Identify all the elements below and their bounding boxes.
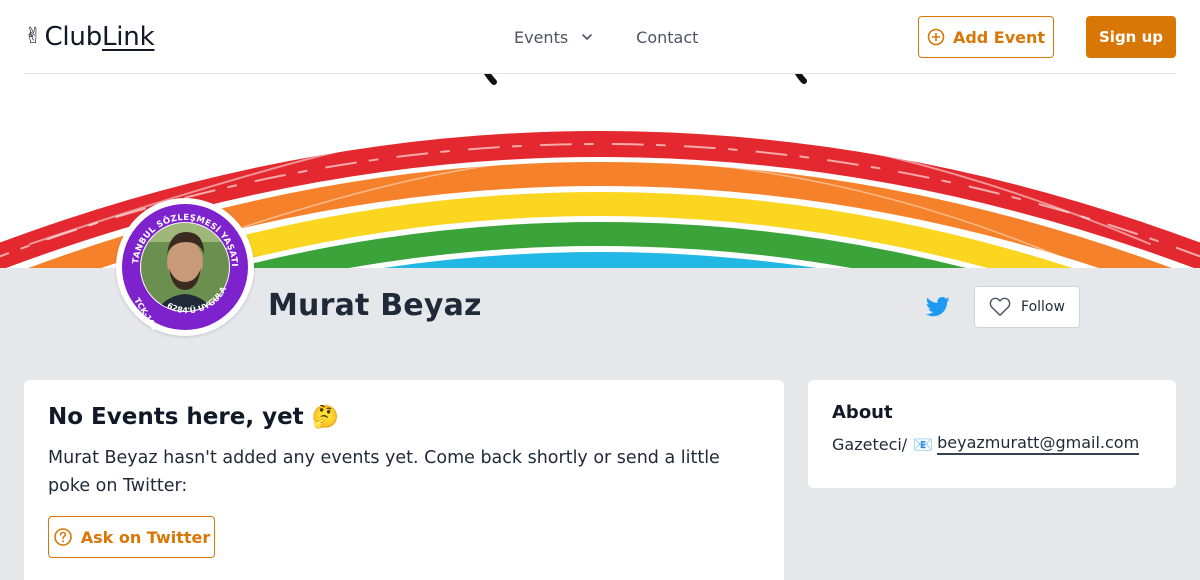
events-card-text: Murat Beyaz hasn't added any events yet.…	[48, 448, 720, 496]
events-card: No Events here, yet 🤔 Murat Beyaz hasn't…	[24, 380, 784, 580]
add-event-button[interactable]: Add Event	[918, 16, 1054, 58]
nav-events-label: Events	[514, 27, 569, 47]
about-card-text: Gazeteci/ 📧 beyazmuratt@gmail.com	[832, 433, 1152, 455]
twitter-bird-icon[interactable]	[926, 296, 950, 318]
nav-events-dropdown[interactable]: Events	[514, 28, 594, 47]
profile-avatar: İSTANBUL SÖZLEŞMESİ YAŞATIR 6284'Ü UYGUL…	[116, 198, 254, 336]
victory-hand-icon: ✌	[24, 24, 43, 49]
follow-button[interactable]: Follow	[974, 286, 1080, 328]
main-nav: Events Contact	[514, 24, 698, 50]
heart-outline-icon	[989, 297, 1011, 316]
plus-circle-icon	[927, 28, 945, 46]
question-circle-icon	[53, 528, 72, 546]
clublink-logo[interactable]: ✌ Club Link	[24, 20, 155, 54]
about-card-title: About	[832, 402, 893, 423]
thinking-face-icon: 🤔	[311, 404, 340, 430]
events-card-title-text: No Events here, yet	[48, 404, 304, 430]
logo-link-text: Link	[102, 22, 155, 52]
avatar-image: İSTANBUL SÖZLEŞMESİ YAŞATIR 6284'Ü UYGUL…	[120, 202, 248, 332]
ask-on-twitter-label: Ask on Twitter	[80, 527, 211, 547]
ask-on-twitter-button[interactable]: Ask on Twitter	[48, 516, 215, 558]
about-text-prefix: Gazeteci/	[832, 434, 908, 454]
chevron-down-icon	[582, 34, 592, 40]
events-card-title: No Events here, yet 🤔	[48, 404, 760, 430]
about-email-link[interactable]: beyazmuratt@gmail.com	[937, 433, 1140, 455]
logo-club-text: Club	[44, 22, 102, 52]
add-event-label: Add Event	[952, 27, 1046, 47]
about-card: About Gazeteci/ 📧 beyazmuratt@gmail.com	[808, 380, 1176, 488]
top-navbar: ✌ Club Link Events Contact Add Event Sig…	[0, 0, 1200, 74]
sign-up-button[interactable]: Sign up	[1086, 16, 1176, 58]
follow-label: Follow	[1021, 299, 1065, 315]
nav-contact-link[interactable]: Contact	[636, 28, 698, 47]
email-envelope-icon: 📧	[913, 434, 934, 454]
profile-name: Murat Beyaz	[268, 288, 482, 323]
